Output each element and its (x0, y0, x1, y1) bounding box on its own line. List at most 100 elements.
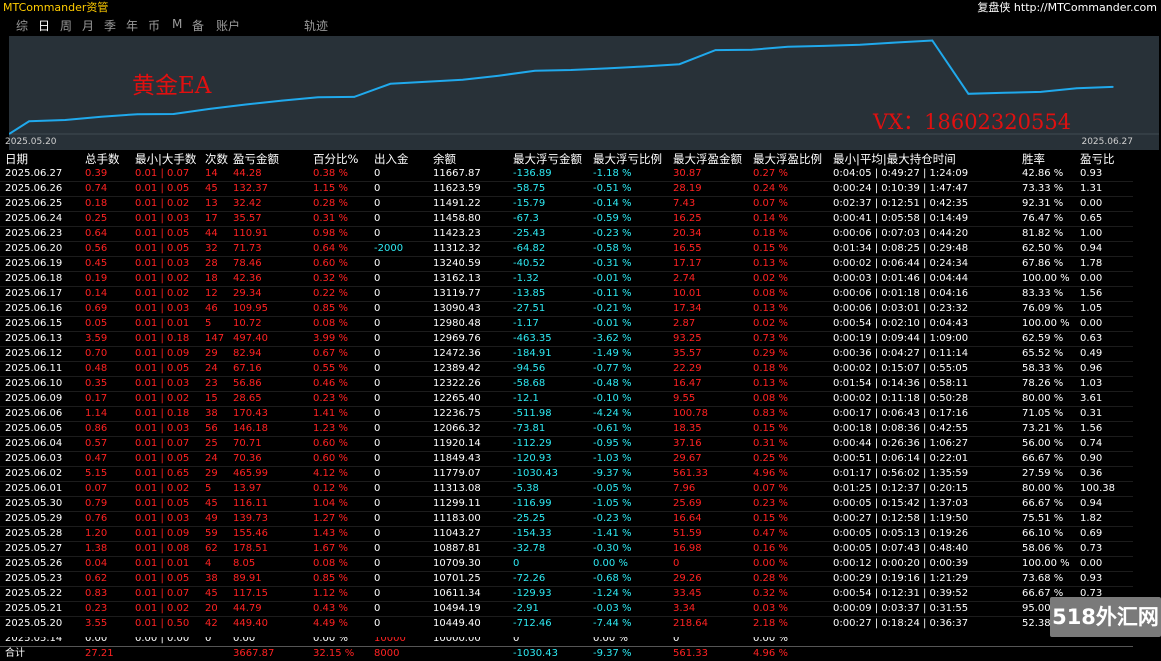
table-cell: 0:00:02 | 0:15:07 | 0:55:05 (828, 362, 1017, 377)
table-row[interactable]: 2025.06.025.150.01 | 0.6529465.994.12 %0… (0, 467, 1133, 482)
table-cell: 16.64 (668, 512, 748, 527)
table-cell: 44.79 (228, 602, 308, 617)
tab-4[interactable]: 季 (104, 17, 116, 34)
table-row[interactable]: 2025.05.300.790.01 | 0.0545116.111.04 %0… (0, 497, 1133, 512)
table-cell: 2025.06.17 (0, 287, 80, 302)
tab-2[interactable]: 周 (60, 17, 72, 34)
table-cell: 29.34 (228, 287, 308, 302)
table-row[interactable]: 2025.06.133.590.01 | 0.18147497.403.99 %… (0, 332, 1133, 347)
table-cell: 4.12 % (308, 467, 369, 482)
table-row[interactable]: 2025.06.180.190.01 | 0.021842.360.32 %01… (0, 272, 1133, 287)
tab-bar: 综日周月季年币M备账户 轨迹 (0, 15, 1161, 35)
tab-5[interactable]: 年 (126, 17, 138, 34)
table-row[interactable]: 2025.06.050.860.01 | 0.0356146.181.23 %0… (0, 422, 1133, 437)
col-header[interactable]: 最大浮亏金额 (508, 151, 588, 167)
table-row[interactable]: 2025.06.240.250.01 | 0.031735.570.31 %01… (0, 212, 1133, 227)
table-row[interactable]: 2025.06.010.070.01 | 0.02513.970.12 %011… (0, 482, 1133, 497)
table-cell: 0.07 (80, 482, 130, 497)
col-header[interactable]: 百分比% (308, 151, 369, 167)
table-row[interactable]: 2025.06.110.480.01 | 0.052467.160.55 %01… (0, 362, 1133, 377)
table-row[interactable]: 2025.06.061.140.01 | 0.1838170.431.41 %0… (0, 407, 1133, 422)
table-cell: 42.36 (228, 272, 308, 287)
table-row[interactable]: 2025.06.250.180.01 | 0.021332.420.28 %01… (0, 197, 1133, 212)
table-cell: 11779.07 (428, 467, 508, 482)
table-cell: 109.95 (228, 302, 308, 317)
equity-point (606, 68, 608, 70)
col-header[interactable]: 盈亏金额 (228, 151, 308, 167)
table-row[interactable]: 2025.06.190.450.01 | 0.032878.460.60 %01… (0, 257, 1133, 272)
table-cell: 0 (369, 437, 428, 452)
col-header[interactable]: 胜率 (1017, 151, 1075, 167)
table-cell: 58.06 % (1017, 542, 1075, 557)
table-cell: 0.01 | 0.01 (130, 317, 200, 332)
table-row[interactable]: 2025.06.260.740.01 | 0.0545132.371.15 %0… (0, 182, 1133, 197)
table-row[interactable]: 2025.05.230.620.01 | 0.053889.910.85 %01… (0, 572, 1133, 587)
table-cell: 1.04 % (308, 497, 369, 512)
table-cell: 73.68 % (1017, 572, 1075, 587)
equity-chart: 黄金EA VX：18602320554 2025.05.20 2025.06.2… (9, 36, 1159, 150)
table-row[interactable]: 2025.06.200.560.01 | 0.053271.730.64 %-2… (0, 242, 1133, 257)
tab-0[interactable]: 综 (16, 17, 28, 34)
table-cell: 100.38 (1075, 482, 1133, 497)
table-row[interactable]: 2025.06.230.640.01 | 0.0544110.910.98 %0… (0, 227, 1133, 242)
table-cell: 0.01 | 0.03 (130, 302, 200, 317)
table-cell: 0:00:44 | 0:26:36 | 1:06:27 (828, 437, 1017, 452)
tab-10[interactable]: 轨迹 (304, 17, 328, 34)
table-cell: 0.01 | 0.03 (130, 257, 200, 272)
col-header[interactable]: 日期 (0, 151, 80, 167)
table-cell: 56 (200, 422, 228, 437)
table-cell: 0:00:19 | 0:09:44 | 1:09:00 (828, 332, 1017, 347)
table-cell: -94.56 (508, 362, 588, 377)
table-row[interactable]: 2025.06.170.140.01 | 0.021229.340.22 %01… (0, 287, 1133, 302)
col-header[interactable]: 最大浮盈金额 (668, 151, 748, 167)
tab-7[interactable]: M (172, 17, 182, 31)
table-cell: 2025.06.24 (0, 212, 80, 227)
table-cell: 0 (369, 212, 428, 227)
table-cell: 0:00:18 | 0:08:36 | 0:42:55 (828, 422, 1017, 437)
tab-1[interactable]: 日 (38, 17, 50, 34)
table-row[interactable]: 2025.05.210.230.01 | 0.022044.790.43 %01… (0, 602, 1133, 617)
col-header[interactable]: 次数 (200, 151, 228, 167)
tab-8[interactable]: 备 (192, 17, 204, 34)
table-row[interactable]: 2025.06.270.390.01 | 0.071444.280.38 %01… (0, 167, 1133, 182)
table-cell: 29.67 (668, 452, 748, 467)
table-row[interactable]: 2025.06.120.700.01 | 0.092982.940.67 %01… (0, 347, 1133, 362)
col-header[interactable]: 最大浮亏比例 (588, 151, 668, 167)
tab-9[interactable]: 账户 (216, 17, 240, 34)
table-cell: 0.27 % (748, 167, 828, 182)
col-header[interactable]: 最小|平均|最大持仓时间 (828, 151, 1017, 167)
table-row[interactable]: 2025.06.040.570.01 | 0.072570.710.60 %01… (0, 437, 1133, 452)
table-cell: 0:00:09 | 0:03:37 | 0:31:55 (828, 602, 1017, 617)
table-row[interactable]: 2025.05.290.760.01 | 0.0349139.731.27 %0… (0, 512, 1133, 527)
table-cell: 0.00 % (588, 557, 668, 572)
col-header[interactable]: 最小|大手数 (130, 151, 200, 167)
table-cell: 12969.76 (428, 332, 508, 347)
col-header[interactable]: 最大浮盈比例 (748, 151, 828, 167)
table-row[interactable]: 2025.06.090.170.01 | 0.021528.650.23 %01… (0, 392, 1133, 407)
table-row[interactable]: 2025.06.030.470.01 | 0.052470.360.60 %01… (0, 452, 1133, 467)
table-row[interactable]: 2025.06.100.350.01 | 0.032356.860.46 %01… (0, 377, 1133, 392)
col-header[interactable]: 出入金 (369, 151, 428, 167)
table-cell: 0 (369, 362, 428, 377)
table-row[interactable]: 2025.05.220.830.01 | 0.0745117.151.12 %0… (0, 587, 1133, 602)
table-cell: 0.13 % (748, 257, 828, 272)
table-cell: 0.93 (1075, 572, 1133, 587)
col-header[interactable]: 总手数 (80, 151, 130, 167)
table-cell: 12265.40 (428, 392, 508, 407)
tab-3[interactable]: 月 (82, 17, 94, 34)
col-header[interactable]: 余额 (428, 151, 508, 167)
table-cell: 0:00:03 | 0:01:46 | 0:04:44 (828, 272, 1017, 287)
site-link[interactable]: 复盘侠 http://MTCommander.com (977, 0, 1157, 15)
table-cell: 0 (369, 602, 428, 617)
table-cell: 2025.05.28 (0, 527, 80, 542)
table-row[interactable]: 2025.06.160.690.01 | 0.0346109.950.85 %0… (0, 302, 1133, 317)
table-cell: 0.15 % (748, 422, 828, 437)
col-header[interactable]: 盈亏比 (1075, 151, 1133, 167)
table-row[interactable]: 2025.05.260.040.01 | 0.0148.050.08 %0107… (0, 557, 1133, 572)
table-cell: -0.95 % (588, 437, 668, 452)
table-cell: 67.86 % (1017, 257, 1075, 272)
table-row[interactable]: 2025.05.271.380.01 | 0.0862178.511.67 %0… (0, 542, 1133, 557)
table-row[interactable]: 2025.06.150.050.01 | 0.01510.720.08 %012… (0, 317, 1133, 332)
table-row[interactable]: 2025.05.281.200.01 | 0.0959155.461.43 %0… (0, 527, 1133, 542)
tab-6[interactable]: 币 (148, 17, 160, 34)
